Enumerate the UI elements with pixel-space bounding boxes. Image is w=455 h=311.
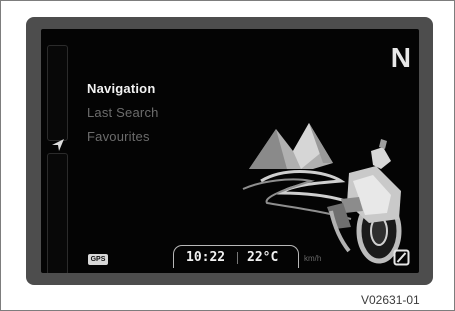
temperature-readout: 22°C [247,250,279,265]
status-bar: GPS 10:22 22°C km/h [41,243,419,273]
info-divider [237,252,238,264]
figure-caption: V02631-01 [361,293,420,307]
time-temperature-panel: 10:22 22°C [173,245,299,268]
figure-frame: Navigation Last Search Favourites N GPS … [0,0,455,311]
menu-item-favourites[interactable]: Favourites [87,125,247,149]
clock-time: 10:22 [186,250,226,265]
speed-unit-label: km/h [304,254,322,263]
menu-item-last-search[interactable]: Last Search [87,101,247,125]
navigation-menu: Navigation Last Search Favourites [87,77,247,149]
compass-north-indicator: N [390,42,411,73]
navigation-arrow-icon [52,139,64,151]
menu-sidebar [47,45,68,273]
gps-badge: GPS [88,254,108,265]
mute-icon[interactable] [393,249,410,266]
dashboard-screen: Navigation Last Search Favourites N GPS … [41,29,419,273]
menu-item-navigation[interactable]: Navigation [87,77,247,101]
sidebar-upper-segment [47,45,68,141]
